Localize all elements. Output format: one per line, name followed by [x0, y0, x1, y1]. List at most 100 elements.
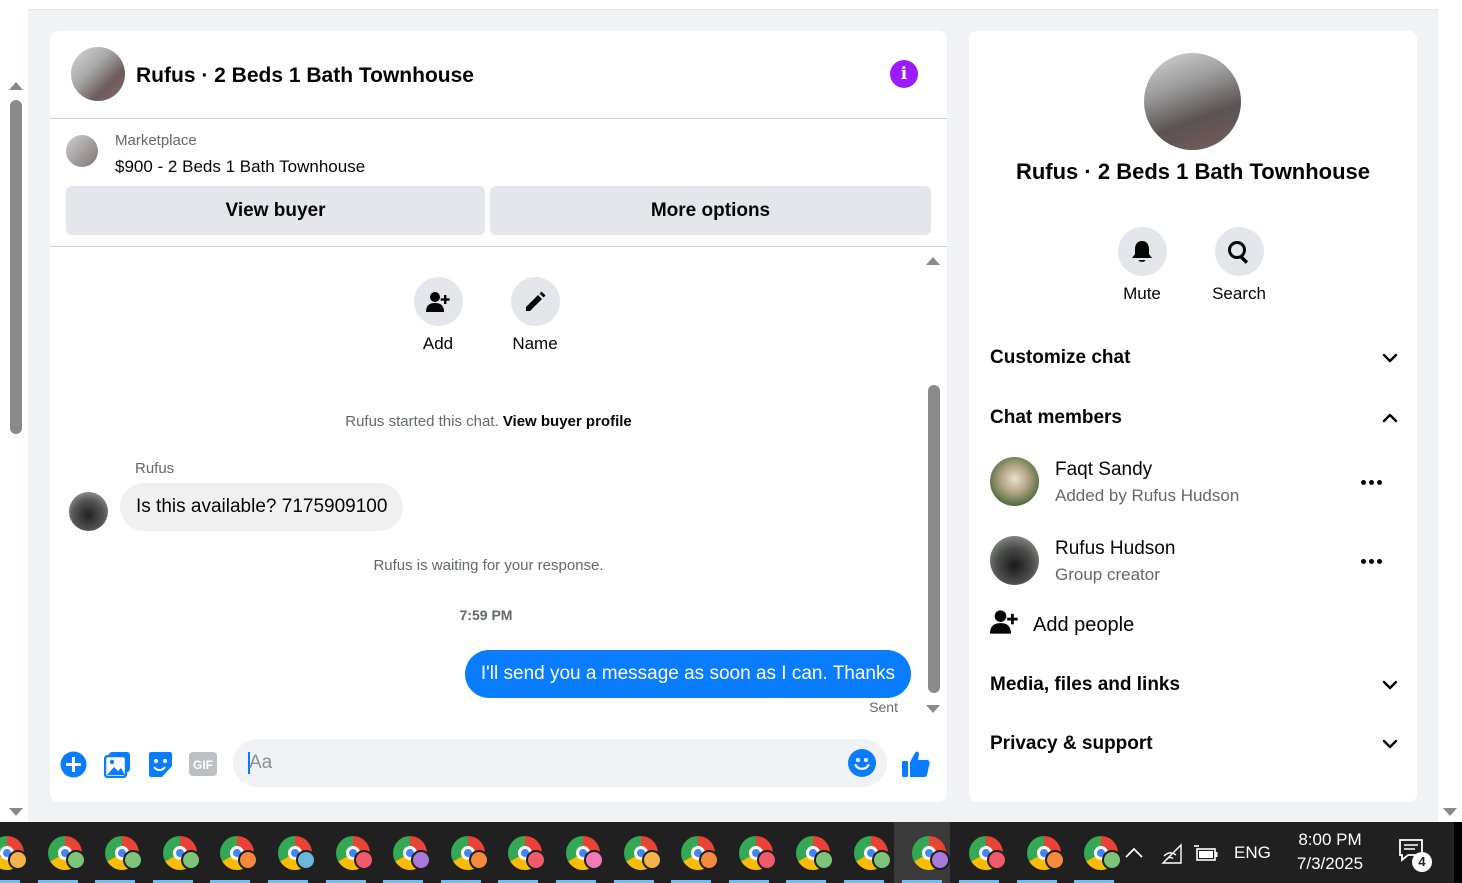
name-chat-action[interactable]: Name — [495, 277, 575, 354]
member-subtitle: Added by Rufus Hudson — [1055, 486, 1240, 505]
scroll-up-arrow-icon[interactable] — [9, 82, 23, 90]
plus-circle-icon[interactable] — [58, 749, 88, 779]
chevron-up-icon[interactable] — [1124, 844, 1144, 862]
more-icon[interactable] — [1358, 469, 1384, 495]
outgoing-message[interactable]: I'll send you a message as soon as I can… — [464, 650, 911, 698]
profile-badge-icon — [872, 850, 892, 870]
customize-chat-section[interactable]: Customize chat — [990, 338, 1398, 378]
page-scroll-thumb[interactable] — [10, 100, 22, 434]
profile-badge-icon — [8, 850, 28, 870]
chrome-taskbar-app[interactable] — [836, 822, 892, 883]
notifications-button[interactable]: 4 — [1398, 838, 1432, 872]
chat-members-label: Chat members — [990, 407, 1122, 428]
member-avatar[interactable] — [990, 457, 1039, 506]
member-avatar[interactable] — [990, 536, 1039, 585]
chrome-taskbar-app[interactable] — [318, 822, 374, 883]
profile-badge-icon — [1102, 850, 1123, 870]
clock-date: 7/3/2025 — [1296, 854, 1364, 873]
privacy-support-label: Privacy & support — [990, 733, 1153, 754]
chat-started-text: Rufus started this chat. — [345, 413, 499, 430]
add-person-icon — [990, 610, 1018, 634]
chrome-taskbar-app[interactable] — [721, 822, 777, 883]
profile-badge-icon — [526, 850, 547, 870]
chrome-taskbar-app[interactable] — [375, 822, 432, 883]
listing-thumbnail[interactable] — [66, 135, 98, 167]
thumbs-up-icon[interactable] — [901, 749, 931, 779]
scroll-down-arrow-icon[interactable] — [926, 705, 940, 713]
sticker-icon[interactable] — [145, 749, 175, 779]
scroll-down-arrow-icon[interactable] — [9, 808, 23, 816]
pencil-icon[interactable] — [510, 277, 560, 326]
bell-icon[interactable] — [1117, 227, 1167, 276]
network-icon[interactable] — [1160, 842, 1184, 866]
chevron-down-icon — [1382, 739, 1398, 749]
member-row[interactable]: Faqt Sandy Added by Rufus Hudson — [990, 457, 1398, 513]
language-indicator[interactable]: ENG — [1234, 843, 1271, 867]
marketplace-label: Marketplace — [115, 132, 197, 149]
chrome-taskbar-app[interactable] — [893, 822, 950, 883]
top-bar — [28, 0, 1438, 10]
thread-scroll-thumb[interactable] — [928, 385, 940, 693]
search-label: Search — [1212, 284, 1266, 303]
profile-badge-icon — [65, 850, 86, 870]
view-buyer-profile-link[interactable]: View buyer profile — [503, 413, 632, 430]
taskbar-clock[interactable]: 8:00 PM 7/3/2025 — [1290, 828, 1370, 876]
message-input[interactable] — [249, 739, 829, 787]
chrome-taskbar-app[interactable] — [202, 822, 259, 883]
group-avatar[interactable] — [1144, 53, 1241, 150]
chrome-taskbar-app[interactable] — [1066, 822, 1123, 883]
media-files-section[interactable]: Media, files and links — [990, 665, 1398, 705]
listing-title[interactable]: $900 - 2 Beds 1 Bath Townhouse — [115, 157, 365, 177]
group-name: Rufus · 2 Beds 1 Bath Townhouse — [1015, 159, 1371, 184]
chrome-taskbar-app[interactable] — [145, 822, 201, 883]
scroll-down-arrow-icon[interactable] — [1443, 808, 1457, 816]
chevron-down-icon — [1382, 680, 1398, 690]
chrome-taskbar-app[interactable] — [0, 822, 28, 883]
privacy-support-section[interactable]: Privacy & support — [990, 724, 1398, 764]
view-buyer-button[interactable]: View buyer — [66, 186, 485, 235]
notification-count: 4 — [1412, 852, 1432, 872]
mute-action[interactable]: Mute — [1097, 227, 1187, 304]
add-people-button[interactable]: Add people — [990, 609, 1134, 643]
emoji-icon[interactable] — [848, 749, 876, 777]
chat-title[interactable]: Rufus · 2 Beds 1 Bath Townhouse — [136, 64, 474, 88]
chrome-taskbar-app[interactable] — [606, 822, 662, 883]
add-member-action[interactable]: Add — [398, 277, 478, 354]
chrome-taskbar-app[interactable] — [30, 822, 86, 883]
chat-members-section[interactable]: Chat members — [990, 398, 1398, 438]
sender-name: Rufus — [135, 460, 175, 477]
chrome-taskbar-app[interactable] — [548, 822, 604, 883]
chrome-taskbar-app[interactable] — [490, 822, 547, 883]
photo-icon[interactable] — [102, 749, 132, 779]
profile-badge-icon — [756, 850, 777, 870]
show-desktop-button[interactable] — [1454, 822, 1462, 883]
member-row[interactable]: Rufus Hudson Group creator — [990, 536, 1398, 592]
profile-badge-icon — [699, 850, 720, 870]
search-action[interactable]: Search — [1194, 227, 1284, 304]
gif-icon[interactable]: GIF — [188, 749, 218, 779]
chrome-taskbar-app[interactable] — [260, 822, 316, 883]
chrome-taskbar-app[interactable] — [778, 822, 835, 883]
chrome-taskbar-app[interactable] — [433, 822, 489, 883]
mute-label: Mute — [1123, 284, 1161, 303]
chrome-taskbar-app[interactable] — [663, 822, 720, 883]
chrome-taskbar-app[interactable] — [1009, 822, 1065, 883]
search-icon[interactable] — [1214, 227, 1264, 276]
more-icon[interactable] — [1358, 548, 1384, 574]
add-person-icon[interactable] — [413, 277, 463, 326]
info-icon[interactable]: i — [890, 60, 918, 88]
message-input-container[interactable] — [233, 739, 887, 787]
chat-avatar[interactable] — [71, 47, 125, 101]
battery-icon[interactable] — [1193, 842, 1219, 866]
chat-started-notice: Rufus started this chat. View buyer prof… — [50, 413, 927, 430]
add-people-label: Add people — [1033, 614, 1135, 636]
message-timestamp: 7:59 PM — [459, 607, 513, 623]
more-options-button[interactable]: More options — [490, 186, 931, 235]
sender-avatar[interactable] — [69, 492, 108, 531]
page-scrollbar[interactable] — [0, 0, 28, 822]
name-label: Name — [512, 334, 558, 353]
chrome-taskbar-app[interactable] — [87, 822, 144, 883]
chrome-taskbar-app[interactable] — [951, 822, 1008, 883]
scroll-up-arrow-icon[interactable] — [926, 257, 940, 265]
incoming-message[interactable]: Is this available? 7175909100 — [120, 483, 404, 531]
